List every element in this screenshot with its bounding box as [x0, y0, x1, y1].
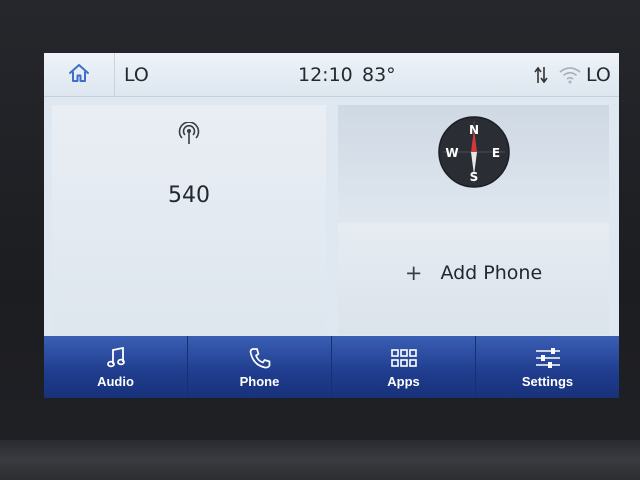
compass-tile[interactable]: N S E W — [338, 105, 609, 221]
passenger-climate-setting[interactable]: LO — [586, 64, 611, 86]
add-phone-tile[interactable]: + Add Phone — [338, 223, 609, 335]
bezel-lip — [0, 440, 640, 480]
apps-grid-icon — [390, 345, 417, 371]
home-button[interactable] — [44, 53, 115, 96]
sliders-icon — [535, 345, 561, 371]
infotainment-screen: LO 12:10 83° LO 540 N S E W + Add Phone … — [44, 53, 619, 398]
nav-apps[interactable]: Apps — [332, 336, 476, 398]
compass-west-label: W — [445, 146, 458, 160]
nav-settings-label: Settings — [521, 374, 574, 389]
nav-phone[interactable]: Phone — [188, 336, 332, 398]
bottom-nav-bar: Audio Phone Apps Settings — [44, 336, 619, 398]
data-transfer-icon — [534, 65, 548, 89]
plus-icon: + — [404, 261, 423, 285]
driver-climate-setting[interactable]: LO — [124, 64, 149, 86]
add-phone-button[interactable]: + Add Phone — [338, 261, 609, 285]
compass-south-label: S — [470, 170, 479, 184]
radio-frequency: 540 — [168, 183, 210, 208]
outside-temperature: 83° — [362, 64, 396, 86]
add-phone-label: Add Phone — [440, 262, 543, 284]
nav-audio[interactable]: Audio — [44, 336, 188, 398]
compass-east-label: E — [492, 146, 500, 160]
radio-tile[interactable]: 540 — [52, 105, 326, 335]
compass-north-label: N — [469, 123, 479, 137]
status-bar: LO 12:10 83° LO — [44, 53, 619, 97]
clock: 12:10 — [298, 64, 353, 86]
home-icon — [68, 63, 90, 87]
nav-settings[interactable]: Settings — [476, 336, 619, 398]
nav-apps-label: Apps — [387, 374, 420, 389]
phone-icon — [248, 345, 272, 371]
wifi-icon — [558, 66, 582, 88]
compass-icon: N S E W — [437, 115, 511, 193]
nav-phone-label: Phone — [239, 374, 280, 389]
nav-audio-label: Audio — [97, 374, 134, 389]
broadcast-icon — [178, 121, 200, 150]
music-note-icon — [106, 345, 126, 371]
